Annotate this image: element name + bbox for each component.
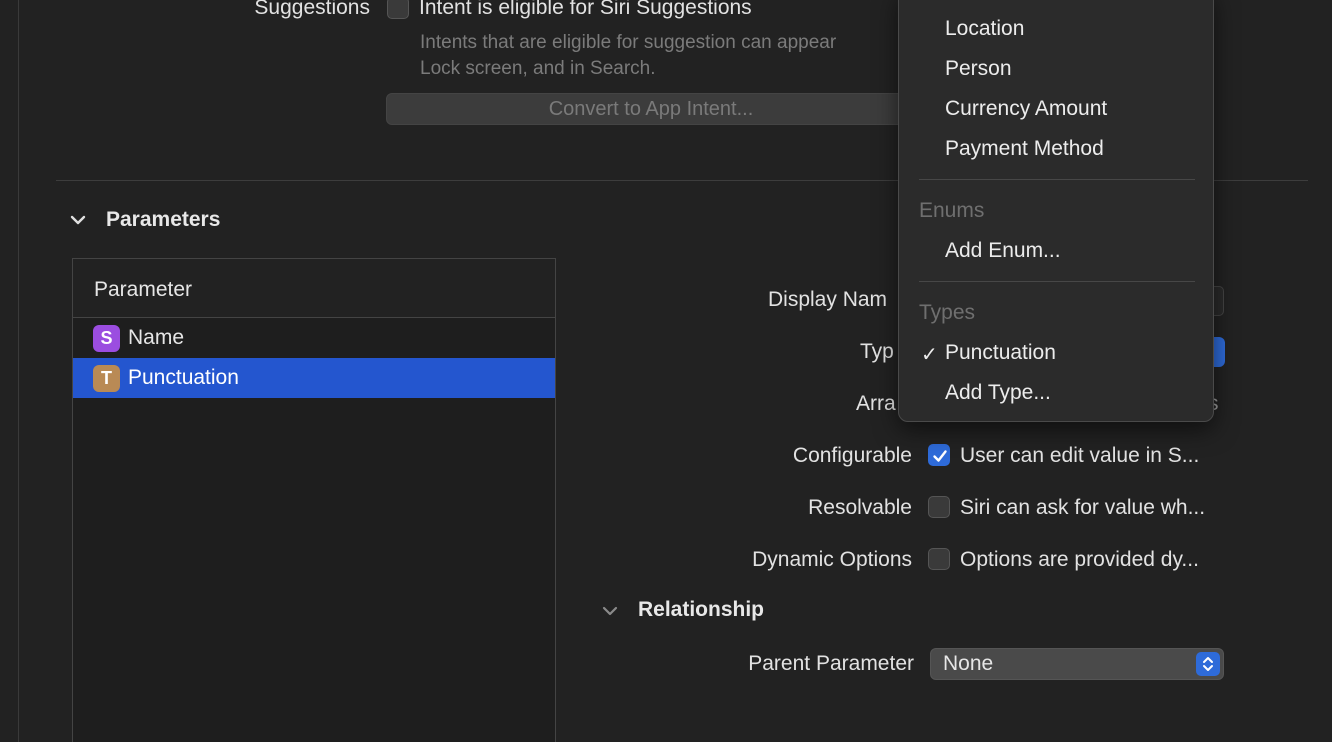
relationship-section-title: Relationship xyxy=(638,598,765,621)
menu-header-types: Types xyxy=(919,301,976,324)
siri-suggestions-checkbox-label: Intent is eligible for Siri Suggestions xyxy=(419,0,752,19)
custom-type-badge: T xyxy=(93,365,120,392)
parameter-name: Punctuation xyxy=(128,366,239,389)
parameter-name: Name xyxy=(128,326,185,349)
suggestions-label: Suggestions xyxy=(254,0,370,19)
array-label: Arra xyxy=(856,392,896,415)
parent-parameter-label: Parent Parameter xyxy=(748,652,914,675)
resolvable-text: Siri can ask for value wh... xyxy=(960,496,1206,519)
parent-parameter-popup[interactable]: None xyxy=(930,648,1224,680)
menu-item-person[interactable]: Person xyxy=(945,57,1012,81)
parameter-column-header[interactable]: Parameter xyxy=(73,259,555,318)
type-label: Typ xyxy=(860,340,894,363)
resolvable-checkbox[interactable] xyxy=(928,496,950,518)
menu-item-currency-amount[interactable]: Currency Amount xyxy=(945,97,1107,121)
dynamic-options-label: Dynamic Options xyxy=(752,548,912,571)
checkmark-icon: ✓ xyxy=(921,344,938,366)
intent-editor: Suggestions Intent is eligible for Siri … xyxy=(0,0,1332,742)
relationship-disclosure-icon[interactable] xyxy=(600,601,620,621)
convert-to-app-intent-button[interactable]: Convert to App Intent... xyxy=(386,93,916,125)
parameters-disclosure-icon[interactable] xyxy=(68,210,88,230)
parameters-section-title: Parameters xyxy=(106,208,221,231)
chevron-up-down-icon xyxy=(1196,652,1220,676)
parent-parameter-value: None xyxy=(943,652,994,675)
display-name-label: Display Nam xyxy=(768,288,888,311)
siri-description-line1: Intents that are eligible for suggestion… xyxy=(420,32,837,53)
table-row[interactable]: T Punctuation xyxy=(73,358,555,398)
siri-description-line2: Lock screen, and in Search. xyxy=(420,58,656,79)
left-divider xyxy=(18,0,19,742)
configurable-checkbox[interactable] xyxy=(928,444,950,466)
menu-item-punctuation[interactable]: Punctuation xyxy=(945,341,1056,365)
configurable-label: Configurable xyxy=(792,444,912,467)
menu-header-enums: Enums xyxy=(919,199,985,222)
siri-suggestions-checkbox[interactable] xyxy=(387,0,409,19)
configurable-text: User can edit value in S... xyxy=(960,444,1200,467)
string-type-badge: S xyxy=(93,325,120,352)
menu-separator xyxy=(919,179,1195,180)
type-dropdown-menu: Location Person Currency Amount Payment … xyxy=(898,0,1214,422)
parameter-table: Parameter S Name T Punctuation xyxy=(72,258,556,742)
resolvable-label: Resolvable xyxy=(808,496,912,519)
menu-item-add-type[interactable]: Add Type... xyxy=(945,381,1051,405)
dynamic-options-checkbox[interactable] xyxy=(928,548,950,570)
menu-item-location[interactable]: Location xyxy=(945,17,1024,41)
dynamic-options-text: Options are provided dy... xyxy=(960,548,1199,571)
table-row[interactable]: S Name xyxy=(73,318,555,358)
menu-item-add-enum[interactable]: Add Enum... xyxy=(945,239,1061,263)
menu-separator xyxy=(919,281,1195,282)
menu-item-payment-method[interactable]: Payment Method xyxy=(945,137,1104,161)
